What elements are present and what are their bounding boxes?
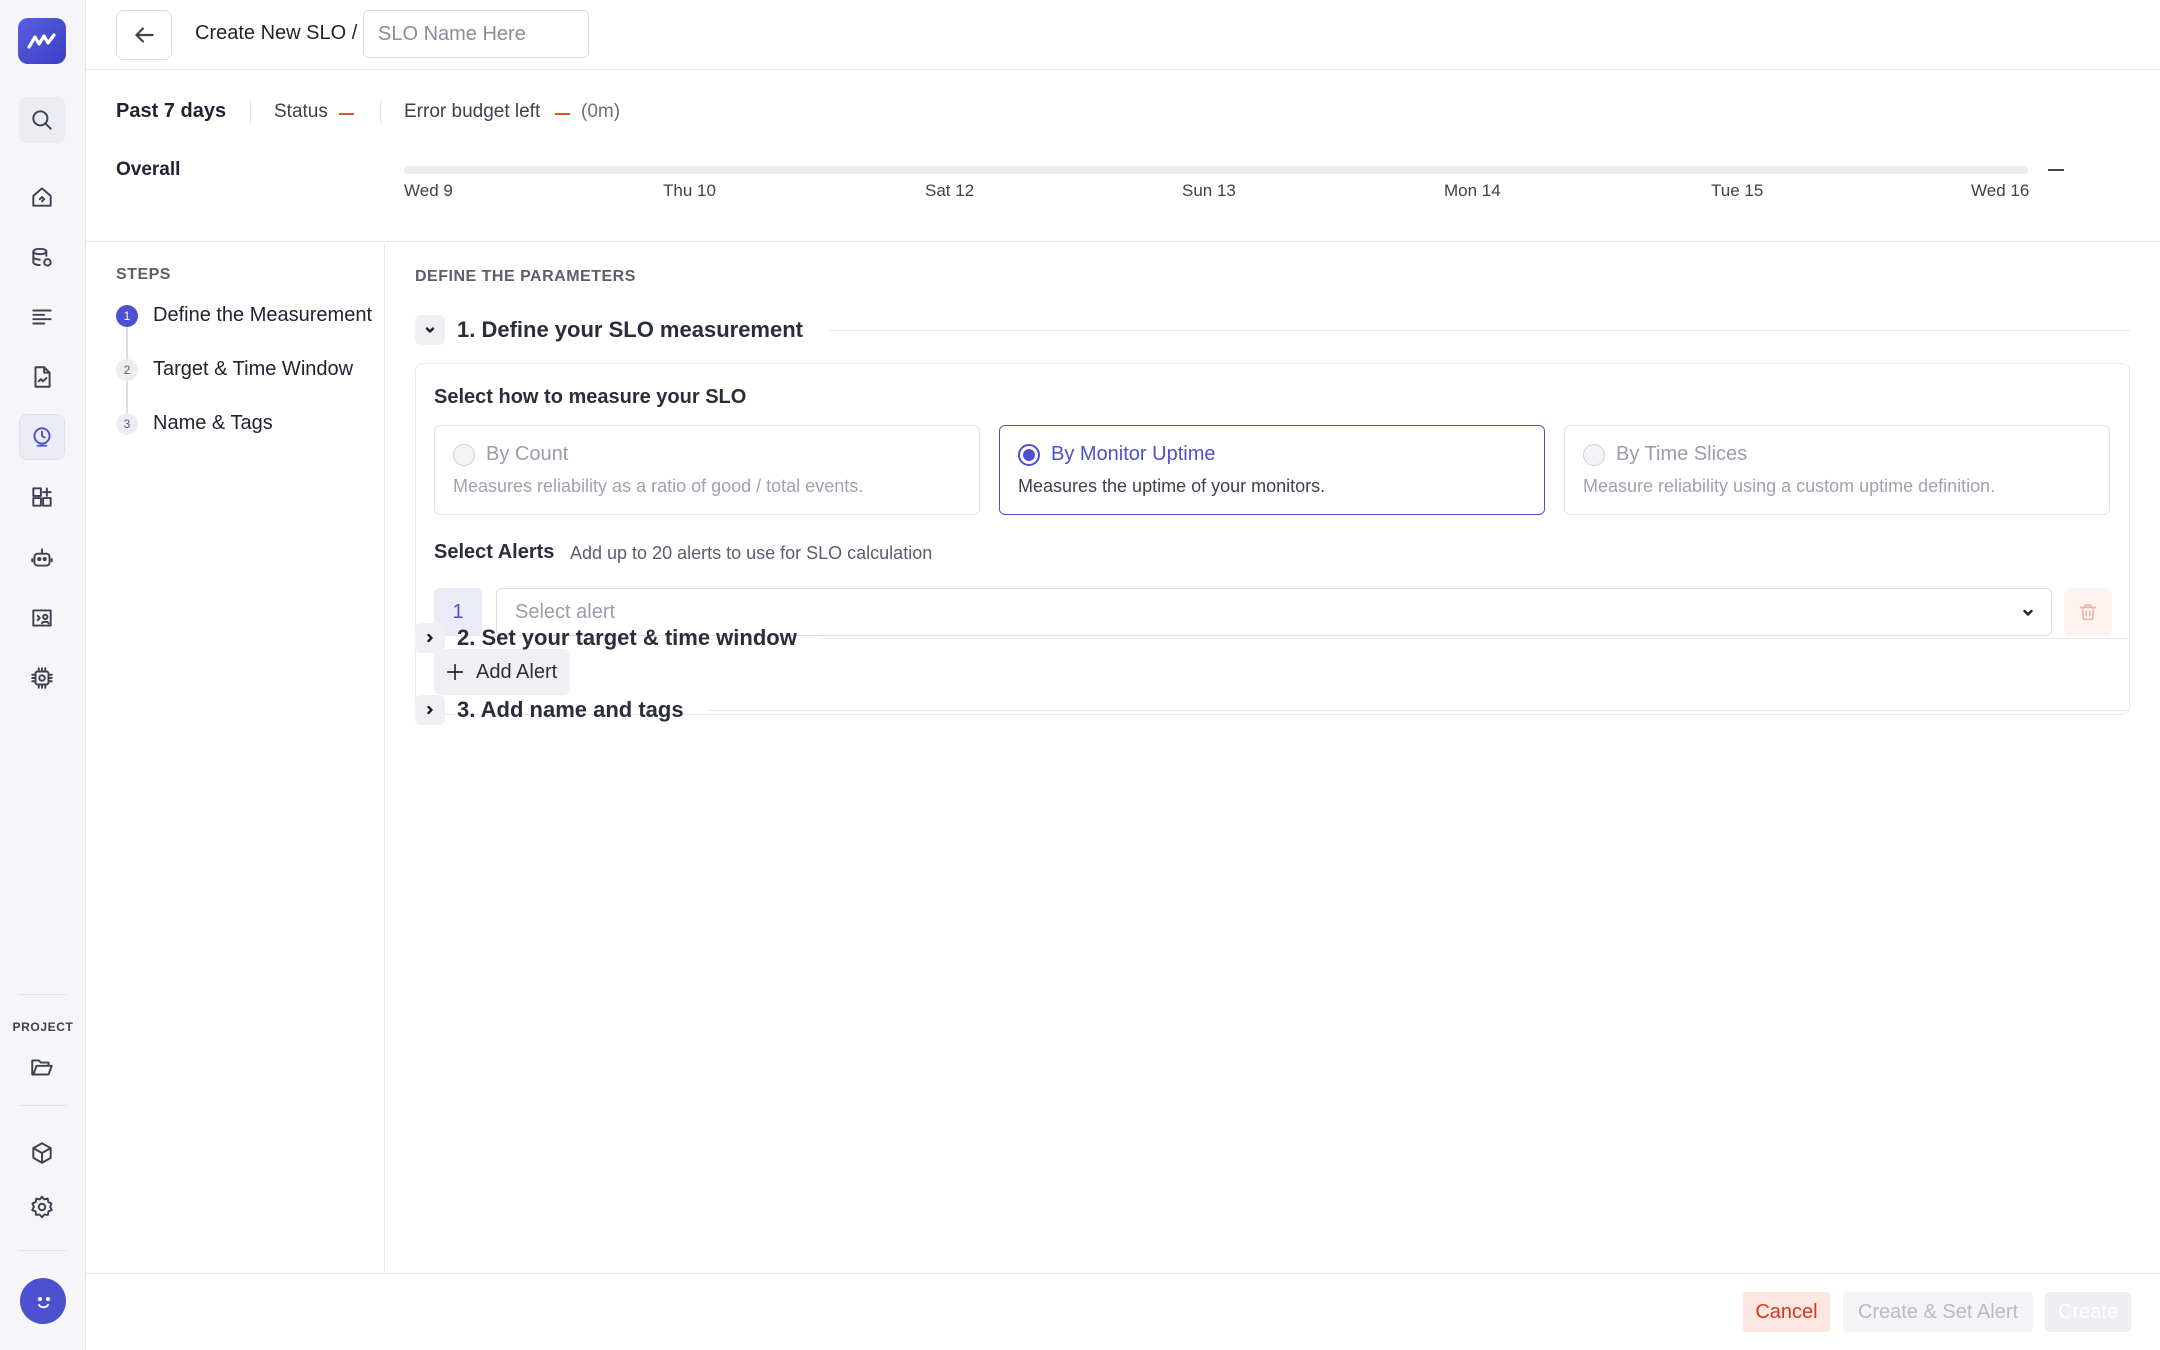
- option-by-monitor-uptime[interactable]: By Monitor Uptime Measures the uptime of…: [999, 425, 1545, 515]
- status-value-dash: [339, 113, 354, 115]
- accordion-name-tags[interactable]: 3. Add name and tags: [415, 693, 2130, 727]
- accordion-title: 3. Add name and tags: [457, 697, 684, 722]
- arrow-left-icon: [135, 27, 154, 43]
- chevron-right-icon[interactable]: [415, 623, 445, 653]
- option-by-count[interactable]: By Count Measures reliability as a ratio…: [434, 425, 980, 515]
- add-alert-label: Add Alert: [476, 660, 558, 683]
- error-budget-value: (0m): [581, 101, 621, 122]
- divider: [380, 100, 381, 124]
- package-icon[interactable]: [19, 1130, 65, 1176]
- timeline-tick: Sun 13: [1182, 181, 1236, 200]
- error-budget-dash: [555, 113, 570, 115]
- create-set-alert-button[interactable]: Create & Set Alert: [1843, 1292, 2033, 1332]
- timeline-tick: Wed 16: [1971, 181, 2030, 200]
- uptime-timeline: [404, 166, 2028, 174]
- divider: [250, 100, 251, 124]
- add-alert-button[interactable]: Add Alert: [434, 649, 571, 695]
- avatar[interactable]: [20, 1278, 66, 1324]
- rail-divider: [18, 994, 66, 995]
- divider: [707, 709, 2130, 711]
- step-number: 3: [116, 412, 138, 435]
- option-description: Measure reliability using a custom uptim…: [1583, 476, 1996, 496]
- timeline-tick: Thu 10: [663, 181, 716, 200]
- footer-actions: Cancel Create & Set Alert Create: [86, 1273, 2160, 1350]
- home-icon[interactable]: [19, 174, 65, 220]
- timeline-tick: Tue 15: [1711, 181, 1764, 200]
- status-label: Status: [274, 101, 328, 122]
- breadcrumb: Create New SLO /: [195, 22, 358, 44]
- accordion-title: 2. Set your target & time window: [457, 625, 797, 650]
- step-target-time-window[interactable]: 2 Target & Time Window: [116, 358, 353, 381]
- step-number: 2: [116, 358, 138, 381]
- top-bar: Create New SLO /: [86, 0, 2160, 70]
- create-button[interactable]: Create: [2045, 1292, 2131, 1332]
- back-button[interactable]: [116, 10, 172, 60]
- chevron-right-icon[interactable]: [415, 695, 445, 725]
- document-icon[interactable]: [19, 354, 65, 400]
- overall-label: Overall: [116, 159, 181, 180]
- chevron-down-icon: [2023, 609, 2033, 616]
- step-label: Target & Time Window: [153, 358, 354, 380]
- rail-divider: [18, 1250, 66, 1251]
- measurement-card: Select how to measure your SLO By Count …: [415, 363, 2130, 715]
- plus-icon: [446, 663, 464, 681]
- step-define-measurement[interactable]: 1 Define the Measurement: [116, 304, 372, 327]
- alerts-label: Select Alerts: [434, 541, 555, 563]
- period-label[interactable]: Past 7 days: [116, 100, 226, 123]
- radio-button-selected[interactable]: [1018, 444, 1040, 466]
- slo-summary: Past 7 days Status Error budget left (0m…: [86, 70, 2160, 242]
- option-title: By Time Slices: [1616, 443, 1748, 465]
- step-label: Name & Tags: [153, 412, 273, 434]
- option-title: By Count: [486, 443, 569, 465]
- monitor-icon[interactable]: [19, 595, 65, 641]
- radio-button[interactable]: [453, 444, 475, 466]
- dashboards-icon[interactable]: [19, 474, 65, 520]
- timeline-tick: Mon 14: [1444, 181, 1501, 200]
- timeline-tick: Wed 9: [404, 181, 453, 200]
- step-name-tags[interactable]: 3 Name & Tags: [116, 412, 273, 435]
- trash-icon: [2079, 604, 2097, 621]
- folder-icon[interactable]: [19, 1045, 65, 1091]
- alerts-hint: Add up to 20 alerts to use for SLO calcu…: [570, 543, 933, 563]
- radio-button[interactable]: [1583, 444, 1605, 466]
- logo-icon[interactable]: [18, 18, 66, 64]
- chip-icon[interactable]: [19, 655, 65, 701]
- search-icon[interactable]: [19, 97, 65, 143]
- rail-divider: [18, 1105, 66, 1106]
- project-label: PROJECT: [12, 1020, 74, 1034]
- left-nav-rail: PROJECT: [0, 0, 86, 1350]
- option-description: Measures reliability as a ratio of good …: [453, 476, 864, 496]
- accordion-define-measurement[interactable]: 1. Define your SLO measurement: [415, 313, 2130, 347]
- option-by-time-slices[interactable]: By Time Slices Measure reliability using…: [1564, 425, 2110, 515]
- timeline-tick: Sat 12: [925, 181, 975, 200]
- timeline-value-dash: [2048, 169, 2064, 171]
- steps-title: STEPS: [116, 266, 171, 283]
- cancel-button[interactable]: Cancel: [1743, 1292, 1830, 1332]
- slo-name-input[interactable]: [363, 10, 589, 58]
- chevron-down-icon[interactable]: [415, 315, 445, 345]
- error-budget-label: Error budget left: [404, 101, 541, 122]
- steps-sidebar: STEPS 1 Define the Measurement 2 Target …: [86, 243, 385, 1273]
- divider: [820, 637, 2130, 639]
- accordion-target-time-window[interactable]: 2. Set your target & time window: [415, 621, 2130, 655]
- option-title: By Monitor Uptime: [1051, 443, 1216, 465]
- logs-icon[interactable]: [19, 294, 65, 340]
- robot-icon[interactable]: [19, 535, 65, 581]
- section-title: DEFINE THE PARAMETERS: [415, 268, 636, 285]
- slo-icon[interactable]: [19, 414, 65, 460]
- measure-label: Select how to measure your SLO: [434, 386, 747, 408]
- step-label: Define the Measurement: [153, 304, 373, 326]
- divider: [827, 329, 2130, 331]
- accordion-title: 1. Define your SLO measurement: [457, 317, 803, 342]
- settings-icon[interactable]: [19, 1184, 65, 1230]
- database-icon[interactable]: [19, 235, 65, 281]
- step-number: 1: [116, 304, 138, 327]
- option-description: Measures the uptime of your monitors.: [1018, 476, 1326, 496]
